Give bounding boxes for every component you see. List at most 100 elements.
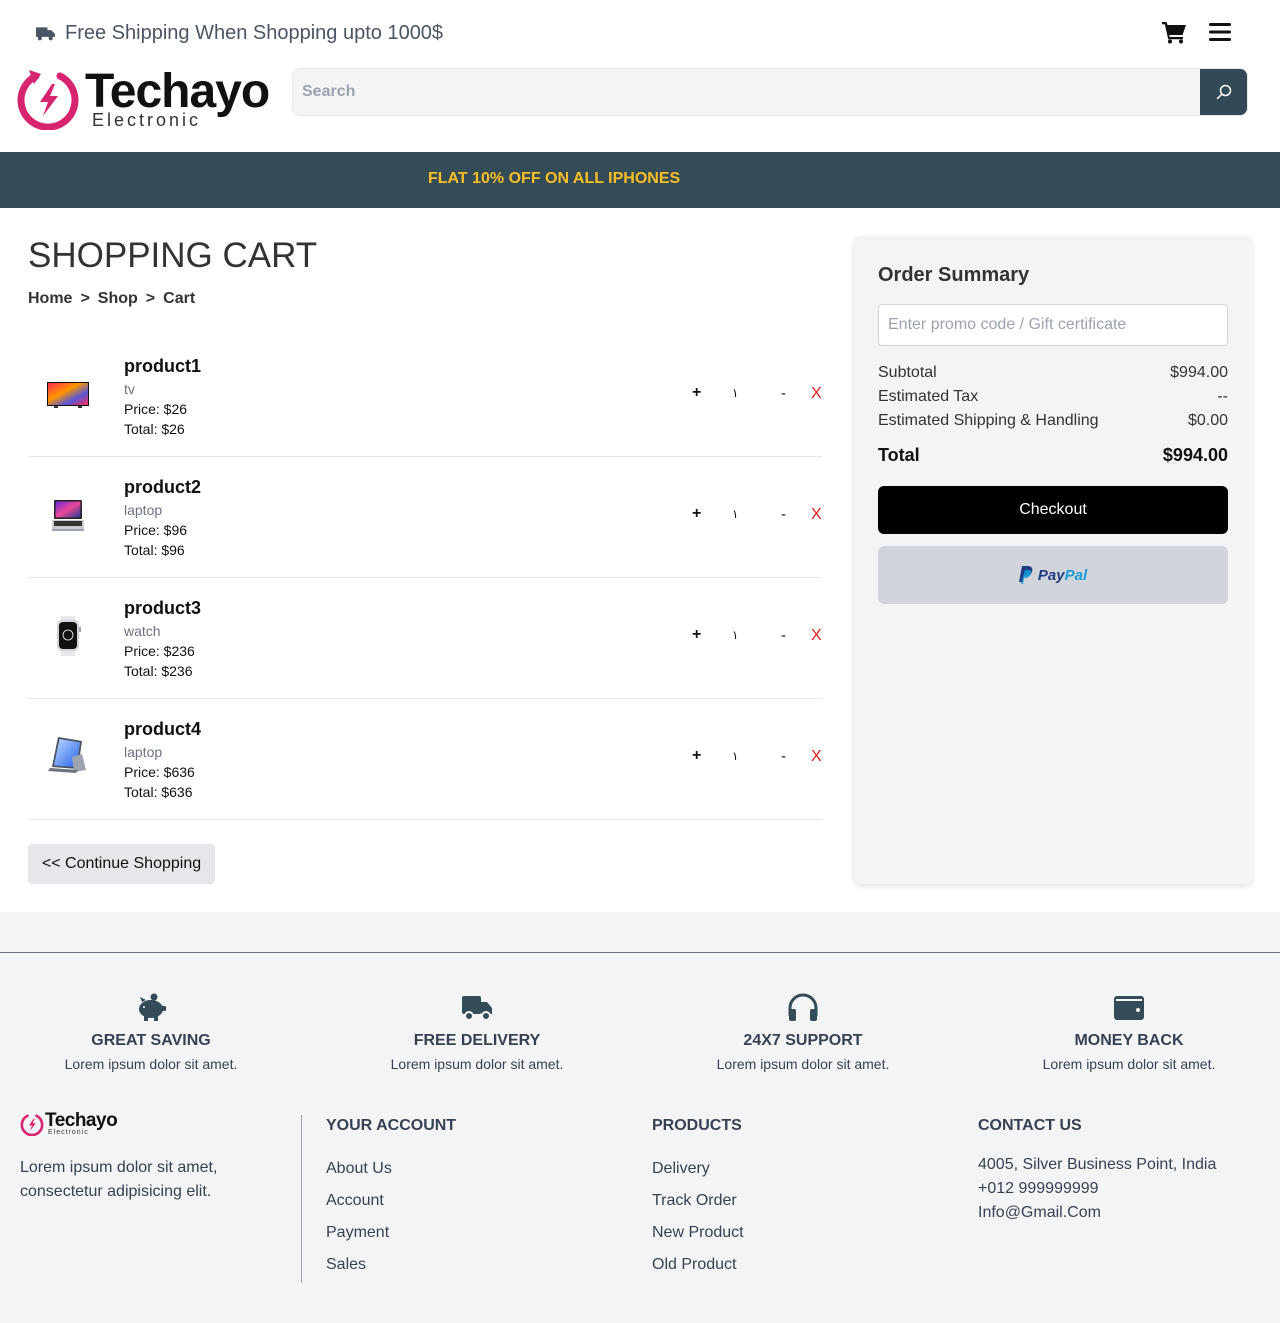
- footer-link-delivery[interactable]: Delivery: [652, 1153, 744, 1185]
- feature-title: 24X7 SUPPORT: [743, 1032, 863, 1049]
- footer-link-payment[interactable]: Payment: [326, 1217, 456, 1249]
- feature-text: Lorem ipsum dolor sit amet.: [716, 1056, 890, 1072]
- paypal-button[interactable]: PayPal: [878, 546, 1228, 604]
- footer-brand-logo[interactable]: Techayo Electronic: [20, 1110, 130, 1144]
- remove-item-button[interactable]: X: [811, 748, 822, 766]
- quantity-value: ١: [732, 628, 739, 642]
- breadcrumb-home[interactable]: Home: [28, 290, 72, 308]
- contact-phone: +012 999999999: [978, 1180, 1099, 1197]
- headphones-icon: [788, 993, 818, 1021]
- search-input[interactable]: [293, 69, 1200, 115]
- increase-qty-button[interactable]: +: [692, 505, 701, 523]
- laptop-image: [52, 500, 84, 531]
- product-category: laptop: [124, 744, 163, 760]
- total-label: Total: [878, 445, 920, 465]
- product-price: Price: $26: [124, 401, 188, 417]
- footer-brand-tagline: Electronic: [48, 1129, 89, 1136]
- cart-icon[interactable]: [1162, 20, 1186, 44]
- paypal-pay-text: Pay: [1037, 566, 1065, 584]
- product-name[interactable]: product3: [124, 598, 201, 619]
- breadcrumb: Home > Shop > Cart: [28, 290, 195, 308]
- footer-link-track-order[interactable]: Track Order: [652, 1185, 744, 1217]
- tablet-image: [48, 737, 86, 773]
- footer-column-title: PRODUCTS: [652, 1117, 742, 1134]
- cart-items-list: product1 tv Price: $26 Total: $26 + ١ - …: [28, 336, 822, 820]
- breadcrumb-separator: >: [80, 290, 90, 307]
- paypal-icon: [1018, 566, 1033, 584]
- product-name[interactable]: product2: [124, 477, 201, 498]
- footer-link-old-product[interactable]: Old Product: [652, 1249, 744, 1281]
- search-bar: [292, 68, 1248, 116]
- wallet-icon: [1114, 996, 1144, 1020]
- shipping-text: Free Shipping When Shopping upto 1000$: [65, 22, 444, 44]
- shipping-label: Estimated Shipping & Handling: [878, 412, 1099, 429]
- shipping-row: Estimated Shipping & Handling $0.00: [878, 412, 1228, 430]
- decrease-qty-button[interactable]: -: [781, 385, 786, 402]
- order-summary-title: Order Summary: [878, 264, 1030, 286]
- footer-about-text: Lorem ipsum dolor sit amet, consectetur …: [20, 1159, 218, 1200]
- brand-logo[interactable]: Techayo Electronic: [16, 64, 278, 134]
- feature-great-saving: GREAT SAVING Lorem ipsum dolor sit amet.: [0, 992, 314, 1072]
- order-summary-panel: Order Summary Subtotal $994.00 Estimated…: [854, 236, 1252, 884]
- footer-column-divider: [301, 1115, 302, 1283]
- increase-qty-button[interactable]: +: [692, 626, 701, 644]
- contact-email[interactable]: Info@Gmail.Com: [978, 1201, 1216, 1225]
- checkout-button[interactable]: Checkout: [878, 486, 1228, 534]
- total-value: $994.00: [1162, 445, 1228, 465]
- tv-image: [47, 382, 89, 408]
- product-name[interactable]: product4: [124, 719, 201, 740]
- contact-address: 4005, Silver Business Point, India: [978, 1156, 1217, 1173]
- feature-free-delivery: FREE DELIVERY Lorem ipsum dolor sit amet…: [314, 992, 640, 1072]
- footer-link-new-product[interactable]: New Product: [652, 1217, 744, 1249]
- tax-value: --: [1217, 388, 1228, 405]
- footer-your-account: YOUR ACCOUNT About Us Account Payment Sa…: [326, 1117, 456, 1281]
- feature-title: FREE DELIVERY: [413, 1032, 541, 1049]
- footer-column-title: YOUR ACCOUNT: [326, 1117, 457, 1134]
- footer-link-sales[interactable]: Sales: [326, 1249, 456, 1281]
- feature-text: Lorem ipsum dolor sit amet.: [64, 1056, 238, 1072]
- feature-text: Lorem ipsum dolor sit amet.: [390, 1056, 564, 1072]
- cart-item: product2 laptop Price: $96 Total: $96 + …: [28, 457, 822, 578]
- search-button[interactable]: [1200, 69, 1247, 115]
- menu-icon[interactable]: [1208, 20, 1232, 44]
- product-category: tv: [124, 381, 135, 397]
- decrease-qty-button[interactable]: -: [781, 748, 786, 765]
- total-row: Total $994.00: [878, 445, 1228, 466]
- paypal-pal-text: Pal: [1064, 566, 1088, 584]
- footer-link-about-us[interactable]: About Us: [326, 1153, 456, 1185]
- quantity-value: ١: [732, 749, 739, 763]
- product-total: Total: $236: [124, 663, 193, 679]
- quantity-value: ١: [732, 386, 739, 400]
- promo-code-input[interactable]: [878, 304, 1228, 346]
- remove-item-button[interactable]: X: [811, 506, 822, 524]
- remove-item-button[interactable]: X: [811, 385, 822, 403]
- breadcrumb-shop[interactable]: Shop: [98, 290, 138, 308]
- decrease-qty-button[interactable]: -: [781, 627, 786, 644]
- remove-item-button[interactable]: X: [811, 627, 822, 645]
- footer-column-title: CONTACT US: [978, 1117, 1082, 1134]
- search-icon: [1216, 84, 1231, 100]
- increase-qty-button[interactable]: +: [692, 384, 701, 402]
- subtotal-row: Subtotal $994.00: [878, 364, 1228, 382]
- footer: GREAT SAVING Lorem ipsum dolor sit amet.…: [0, 912, 1280, 1323]
- continue-shopping-button[interactable]: << Continue Shopping: [28, 844, 215, 884]
- decrease-qty-button[interactable]: -: [781, 506, 786, 523]
- product-price: Price: $636: [124, 764, 195, 780]
- cart-item: product1 tv Price: $26 Total: $26 + ١ - …: [28, 336, 822, 457]
- shipping-value: $0.00: [1187, 412, 1228, 429]
- top-bar: Free Shipping When Shopping upto 1000$: [0, 0, 1280, 64]
- footer-products: PRODUCTS Delivery Track Order New Produc…: [652, 1117, 744, 1281]
- truck-icon: [36, 27, 55, 41]
- product-total: Total: $26: [124, 421, 185, 437]
- tax-row: Estimated Tax --: [878, 388, 1228, 406]
- quantity-value: ١: [732, 507, 739, 521]
- subtotal-value: $994.00: [1170, 364, 1228, 381]
- product-name[interactable]: product1: [124, 356, 201, 377]
- footer-link-account[interactable]: Account: [326, 1185, 456, 1217]
- footer-contact: CONTACT US 4005, Silver Business Point, …: [978, 1117, 1216, 1225]
- cart-item: product3 watch Price: $236 Total: $236 +…: [28, 578, 822, 699]
- shipping-notice: Free Shipping When Shopping upto 1000$: [36, 22, 443, 45]
- increase-qty-button[interactable]: +: [692, 747, 701, 765]
- power-bolt-icon: [20, 1114, 44, 1136]
- breadcrumb-cart[interactable]: Cart: [163, 290, 195, 308]
